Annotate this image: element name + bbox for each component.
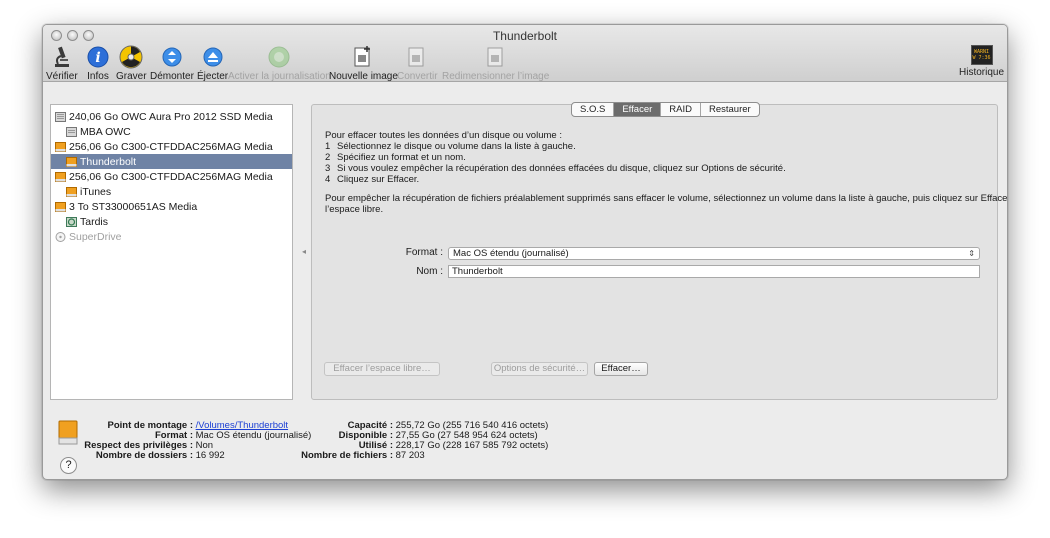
eject-icon <box>201 45 225 69</box>
step-number: 4 <box>325 174 331 185</box>
verify-button[interactable]: Vérifier <box>46 45 78 82</box>
step-text: Cliquez sur Effacer. <box>337 174 420 185</box>
console-log-icon: WARNI W 7:36 <box>970 45 993 65</box>
sidebar-item-label: Tardis <box>80 215 109 228</box>
eject-label: Éjecter <box>197 71 229 82</box>
sidebar-item-disk-owc[interactable]: 240,06 Go OWC Aura Pro 2012 SSD Media <box>51 109 292 124</box>
verify-label: Vérifier <box>46 71 78 82</box>
step-text: Sélectionnez le disque ou volume dans la… <box>337 141 576 152</box>
burn-button[interactable]: Graver <box>116 45 147 82</box>
tab-first-aid[interactable]: S.O.S <box>572 103 613 116</box>
log-icon-text-2: W 7:36 <box>972 55 991 61</box>
sidebar-item-label: 240,06 Go OWC Aura Pro 2012 SSD Media <box>69 110 273 123</box>
step-number: 2 <box>325 152 331 163</box>
erase-intro: Pour effacer toutes les données d’un dis… <box>325 130 562 141</box>
sidebar-item-label: SuperDrive <box>69 230 122 243</box>
burn-label: Graver <box>116 71 147 82</box>
eject-button[interactable]: Éjecter <box>197 45 228 82</box>
sidebar-item-label: 3 To ST33000651AS Media <box>69 200 198 213</box>
instruction-step: 1 Sélectionnez le disque ou volume dans l… <box>325 141 576 152</box>
time-machine-volume-icon <box>66 216 77 227</box>
resize-image-button[interactable]: Redimensionner l’image <box>442 45 549 82</box>
unmount-icon <box>160 45 184 69</box>
sidebar-item-disk-st3000[interactable]: 3 To ST33000651AS Media <box>51 199 292 214</box>
sidebar-item-label: Thunderbolt <box>80 155 137 168</box>
sidebar-item-label: 256,06 Go C300-CTFDDAC256MAG Media <box>69 170 273 183</box>
convert-label: Convertir <box>397 71 438 82</box>
security-options-button[interactable]: Options de sécurité… <box>491 362 588 376</box>
convert-button[interactable]: Convertir <box>397 45 438 82</box>
info-button[interactable]: i Infos <box>86 45 110 82</box>
info-key: Nombre de dossiers : <box>95 450 193 461</box>
new-image-label: Nouvelle image <box>329 71 398 82</box>
format-value: Mac OS étendu (journalisé) <box>453 248 569 259</box>
burn-icon <box>119 45 143 69</box>
erase-note-line2: l’espace libre. <box>325 204 384 215</box>
unmount-button[interactable]: Démonter <box>150 45 194 82</box>
convert-icon <box>405 45 429 69</box>
log-label: Historique <box>959 67 1005 78</box>
instruction-step: 4 Cliquez sur Effacer. <box>325 174 419 185</box>
name-label: Nom : <box>416 266 443 277</box>
format-select[interactable]: Mac OS étendu (journalisé) ⇕ <box>448 247 980 260</box>
erase-free-space-button[interactable]: Effacer l’espace libre… <box>324 362 440 376</box>
new-image-icon <box>351 45 375 69</box>
resize-image-label: Redimensionner l’image <box>442 71 550 82</box>
disk-utility-window: Thunderbolt Vérifier i Infos Graver Démo… <box>42 24 1008 480</box>
log-button[interactable]: WARNI W 7:36 Historique <box>959 45 1004 78</box>
window-title: Thunderbolt <box>492 29 558 43</box>
new-image-button[interactable]: Nouvelle image <box>329 45 398 82</box>
info-label: Infos <box>87 71 109 82</box>
resize-image-icon <box>484 45 508 69</box>
external-volume-icon <box>66 186 77 197</box>
erase-note-line1: Pour empêcher la récupération de fichier… <box>325 193 1008 204</box>
instruction-step: 3 Si vous voulez empêcher la récupération… <box>325 163 786 174</box>
toolbar: Thunderbolt Vérifier i Infos Graver Démo… <box>43 25 1007 82</box>
external-disk-icon <box>55 171 66 182</box>
step-number: 1 <box>325 141 331 152</box>
select-arrows-icon: ⇕ <box>968 249 975 258</box>
optical-drive-icon <box>55 231 66 242</box>
enable-journaling-button[interactable]: Activer la journalisation <box>228 45 331 82</box>
microscope-icon <box>50 45 74 69</box>
name-field[interactable]: Thunderbolt <box>448 265 980 278</box>
sidebar-item-label: iTunes <box>80 185 112 198</box>
svg-text:i: i <box>95 50 100 66</box>
sidebar-item-itunes[interactable]: iTunes <box>51 184 292 199</box>
sidebar-item-label: 256,06 Go C300-CTFDDAC256MAG Media <box>69 140 273 153</box>
tab-restore[interactable]: Restaurer <box>699 103 759 116</box>
sidebar-item-disk-c300-b[interactable]: 256,06 Go C300-CTFDDAC256MAG Media <box>51 169 292 184</box>
sidebar-item-label: MBA OWC <box>80 125 131 138</box>
unmount-label: Démonter <box>150 71 194 82</box>
info-value: 87 203 <box>395 450 425 461</box>
instruction-step: 2 Spécifiez un format et un nom. <box>325 152 466 163</box>
step-text: Spécifiez un format et un nom. <box>337 152 466 163</box>
info-folder-count: Nombre de dossiers : 16 992 <box>73 450 225 461</box>
external-disk-icon <box>55 141 66 152</box>
erase-button[interactable]: Effacer… <box>594 362 648 376</box>
sidebar-item-superdrive[interactable]: SuperDrive <box>51 229 292 244</box>
format-label: Format : <box>405 247 443 258</box>
external-volume-icon <box>66 156 77 167</box>
hard-disk-icon <box>55 111 66 122</box>
sidebar-item-tardis[interactable]: Tardis <box>51 214 292 229</box>
split-view-handle[interactable]: ◂ <box>302 247 306 256</box>
sidebar-item-disk-c300-a[interactable]: 256,06 Go C300-CTFDDAC256MAG Media <box>51 139 292 154</box>
enable-journaling-label: Activer la journalisation <box>228 71 331 82</box>
tab-erase[interactable]: Effacer <box>613 103 661 116</box>
info-file-count: Nombre de fichiers : 87 203 <box>278 450 425 461</box>
step-text: Si vous voulez empêcher la récupération … <box>337 163 786 174</box>
info-value: 16 992 <box>195 450 225 461</box>
sidebar-item-thunderbolt[interactable]: Thunderbolt <box>51 154 292 169</box>
journal-icon <box>267 45 291 69</box>
volume-icon <box>66 126 77 137</box>
external-disk-icon <box>55 201 66 212</box>
step-number: 3 <box>325 163 331 174</box>
info-icon: i <box>86 45 110 69</box>
sidebar-item-mba-owc[interactable]: MBA OWC <box>51 124 292 139</box>
tab-raid[interactable]: RAID <box>660 103 700 116</box>
tab-bar: S.O.S Effacer RAID Restaurer <box>571 102 760 117</box>
disk-list[interactable]: 240,06 Go OWC Aura Pro 2012 SSD Media MB… <box>50 104 293 400</box>
info-key: Nombre de fichiers : <box>301 450 393 461</box>
